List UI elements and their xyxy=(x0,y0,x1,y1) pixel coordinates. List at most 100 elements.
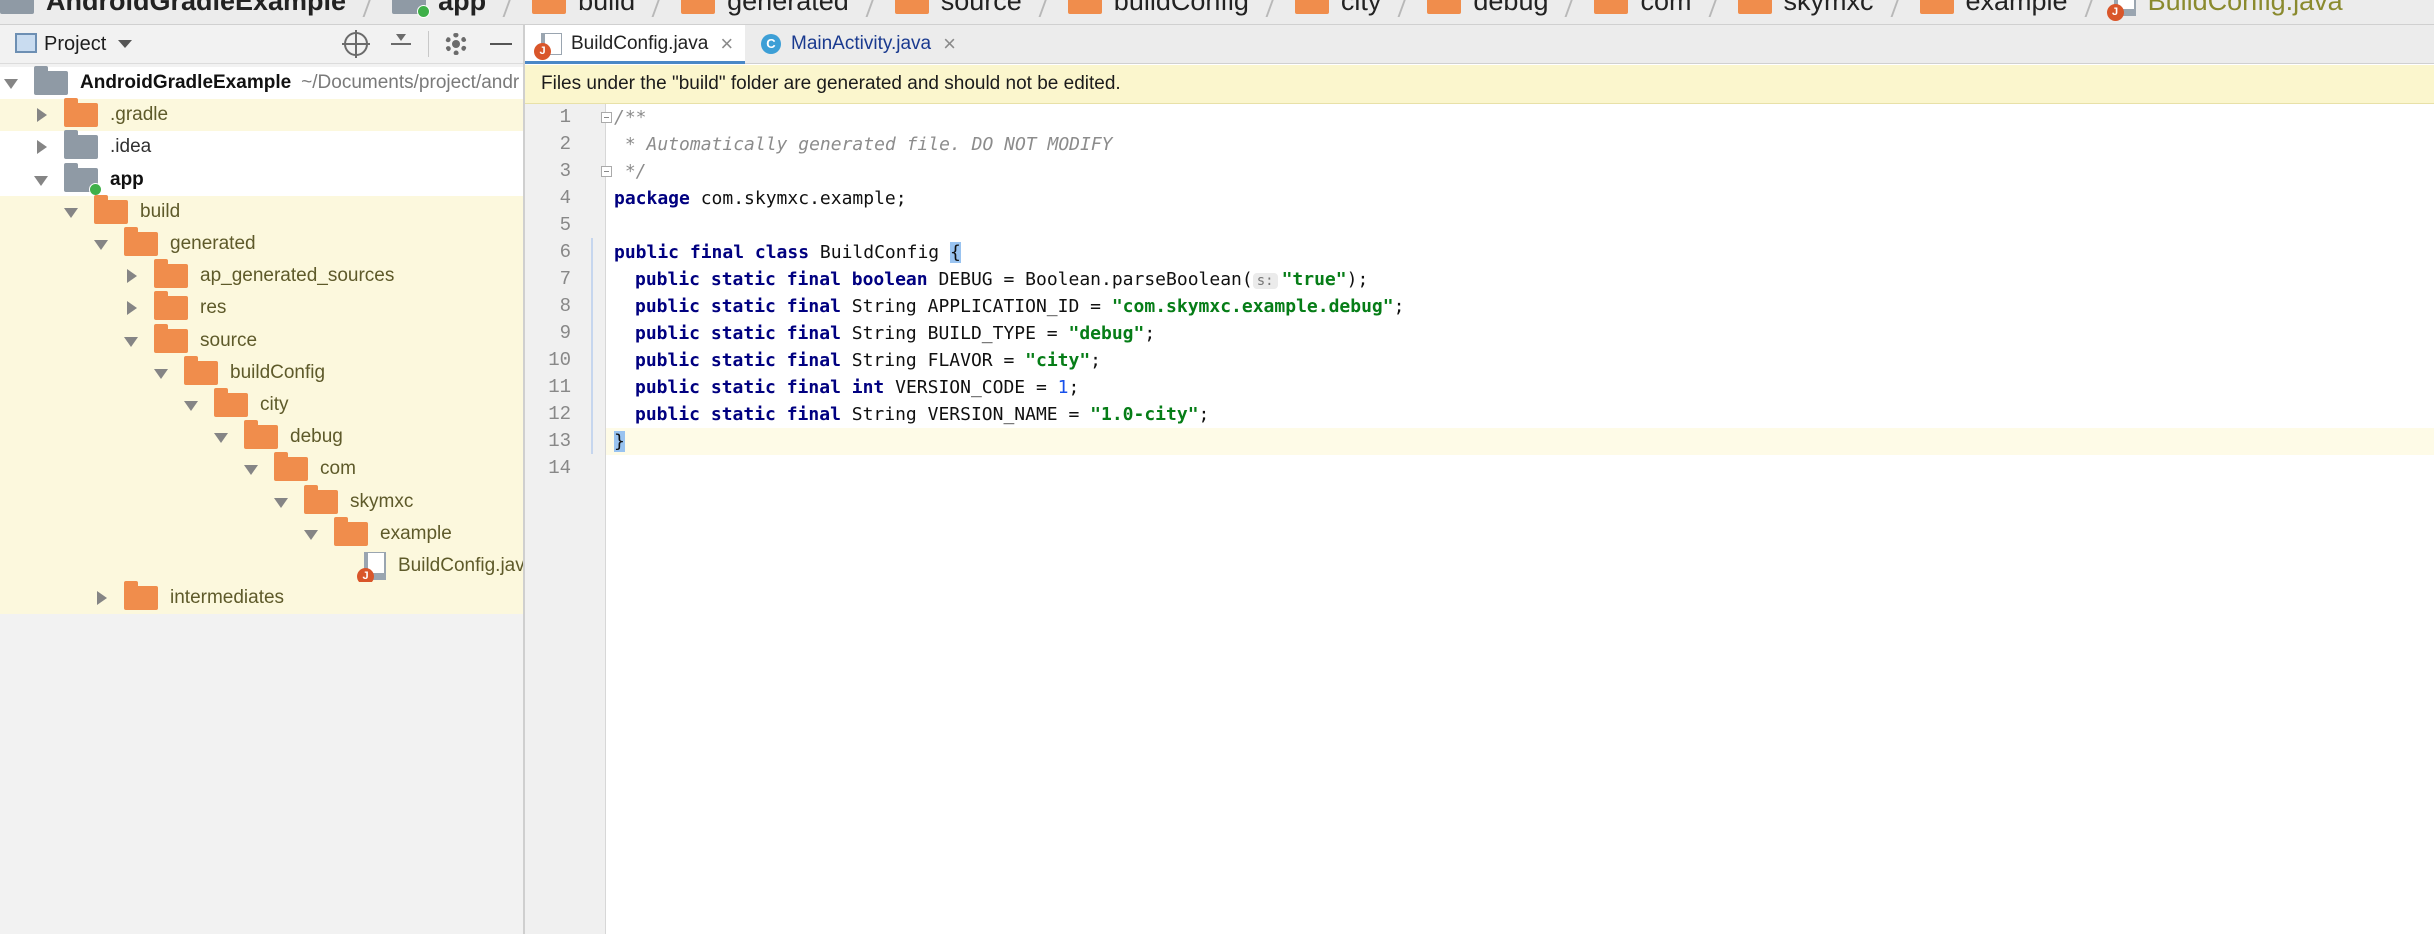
parameter-hint: s: xyxy=(1252,273,1278,289)
folder-icon xyxy=(274,452,308,482)
breadcrumb-item-com[interactable]: com xyxy=(1594,0,1692,17)
tree-item-source[interactable]: source xyxy=(0,323,523,357)
expand-arrow-icon[interactable] xyxy=(64,205,78,219)
tree-item-ap-generated-sources[interactable]: ap_generated_sources xyxy=(0,259,523,293)
breadcrumb-separator xyxy=(649,0,667,17)
code-editor[interactable]: 1 2 3 4 5 6 7 8 9 10 11 12 13 14 /** * A… xyxy=(525,104,2434,934)
folder-icon xyxy=(244,420,278,450)
project-folder-icon xyxy=(34,66,68,96)
tree-item-debug[interactable]: debug xyxy=(0,420,523,454)
navigation-bar: AndroidGradleExample app build generated… xyxy=(0,0,2434,25)
project-panel: Project AndroidGradleExample ~/Documents… xyxy=(0,25,523,934)
tree-item-buildconfig-java[interactable]: BuildConfig.jav xyxy=(0,549,523,585)
java-file-icon xyxy=(534,33,562,60)
breadcrumb-separator xyxy=(1706,0,1724,17)
expand-arrow-icon[interactable] xyxy=(214,430,228,444)
expand-arrow-icon[interactable] xyxy=(4,76,18,90)
tree-item-example[interactable]: example xyxy=(0,516,523,550)
locate-file-icon[interactable] xyxy=(342,30,370,58)
line-number: 9 xyxy=(559,322,571,344)
tab-buildconfig-java[interactable]: BuildConfig.java × xyxy=(525,25,745,64)
breadcrumb-item-skymxc[interactable]: skymxc xyxy=(1737,0,1874,17)
expand-arrow-icon[interactable] xyxy=(244,462,258,476)
line-number-gutter: 1 2 3 4 5 6 7 8 9 10 11 12 13 14 xyxy=(525,104,612,934)
folder-icon xyxy=(124,227,158,257)
code-line-13: } xyxy=(614,431,625,452)
tree-item-build[interactable]: build xyxy=(0,194,523,228)
breadcrumb-item-generated[interactable]: generated xyxy=(681,0,849,17)
expand-arrow-icon[interactable] xyxy=(124,269,138,284)
expand-arrow-icon[interactable] xyxy=(34,108,48,123)
breadcrumb-item-app[interactable]: app xyxy=(392,0,486,18)
folder-icon xyxy=(214,387,248,417)
folder-icon xyxy=(681,0,716,14)
editor-notification-banner: Files under the "build" folder are gener… xyxy=(525,65,2434,104)
code-line-10: public static final String FLAVOR = "cit… xyxy=(635,350,1102,371)
line-number: 7 xyxy=(559,268,571,290)
breadcrumb-separator xyxy=(2082,0,2100,17)
tree-item-intermediates[interactable]: intermediates xyxy=(0,581,523,615)
folder-icon xyxy=(184,355,218,385)
folder-icon xyxy=(1594,0,1629,14)
gear-icon[interactable] xyxy=(445,33,467,55)
close-icon[interactable]: × xyxy=(720,33,733,55)
breadcrumb-separator xyxy=(1263,0,1281,17)
editor: BuildConfig.java × C MainActivity.java ×… xyxy=(525,25,2434,934)
folder-icon xyxy=(94,194,128,224)
breadcrumb-item-city[interactable]: city xyxy=(1294,0,1381,17)
java-file-icon xyxy=(2106,0,2136,21)
expand-arrow-icon[interactable] xyxy=(34,173,48,187)
tree-item-generated[interactable]: generated xyxy=(0,227,523,261)
tree-item-city[interactable]: city xyxy=(0,387,523,422)
expand-arrow-icon[interactable] xyxy=(154,366,168,380)
collapse-all-icon[interactable] xyxy=(389,32,413,56)
tree-item-app[interactable]: app xyxy=(0,162,523,196)
toolbar-divider xyxy=(428,31,429,57)
tree-item-res[interactable]: res xyxy=(0,291,523,325)
breadcrumb-item-buildconfig[interactable]: buildConfig xyxy=(1067,0,1249,17)
expand-arrow-icon[interactable] xyxy=(94,591,108,606)
folder-icon xyxy=(1067,0,1102,14)
line-number: 1 xyxy=(559,106,571,128)
breadcrumb-item-buildconfig-java[interactable]: BuildConfig.java xyxy=(2106,0,2343,21)
line-number: 14 xyxy=(548,457,571,479)
tree-item-root[interactable]: AndroidGradleExample ~/Documents/project… xyxy=(0,66,523,100)
line-number: 4 xyxy=(559,187,571,209)
tree-item-idea[interactable]: .idea xyxy=(0,130,523,164)
breadcrumb-item-project[interactable]: AndroidGradleExample xyxy=(0,0,346,17)
expand-arrow-icon[interactable] xyxy=(94,237,108,251)
expand-arrow-icon[interactable] xyxy=(274,495,288,509)
line-number: 3 xyxy=(559,160,571,182)
code-line-6: public final class BuildConfig { xyxy=(614,242,961,263)
tree-item-skymxc[interactable]: skymxc xyxy=(0,484,523,518)
folder-icon xyxy=(1294,0,1329,14)
breadcrumb-item-example[interactable]: example xyxy=(1919,0,2068,17)
expand-arrow-icon[interactable] xyxy=(304,527,318,541)
chevron-down-icon[interactable] xyxy=(118,40,132,48)
expand-arrow-icon[interactable] xyxy=(124,301,138,316)
tree-item-buildconfig[interactable]: buildConfig xyxy=(0,355,523,389)
class-c-icon: C xyxy=(761,34,781,54)
line-number: 12 xyxy=(548,403,571,425)
tree-item-gradle[interactable]: .gradle xyxy=(0,98,523,132)
expand-arrow-icon[interactable] xyxy=(34,140,48,155)
fold-marker-icon[interactable] xyxy=(601,166,612,177)
expand-arrow-icon[interactable] xyxy=(184,398,198,412)
folder-icon xyxy=(154,323,188,353)
code-line-8: public static final String APPLICATION_I… xyxy=(635,296,1405,317)
breadcrumb-separator xyxy=(863,0,881,17)
fold-marker-icon[interactable] xyxy=(601,112,612,123)
minimize-icon[interactable] xyxy=(490,32,514,56)
close-icon[interactable]: × xyxy=(943,33,956,55)
project-view-selector[interactable]: Project xyxy=(44,33,106,56)
folder-icon xyxy=(64,98,98,128)
breadcrumb-item-source[interactable]: source xyxy=(894,0,1022,17)
tab-mainactivity-java[interactable]: C MainActivity.java × xyxy=(747,25,967,63)
folder-icon xyxy=(64,130,98,160)
breadcrumb-item-debug[interactable]: debug xyxy=(1427,0,1548,17)
tree-item-com[interactable]: com xyxy=(0,452,523,486)
project-panel-header: Project xyxy=(0,25,523,64)
expand-arrow-icon[interactable] xyxy=(124,334,138,348)
breadcrumb-item-build[interactable]: build xyxy=(532,0,635,17)
